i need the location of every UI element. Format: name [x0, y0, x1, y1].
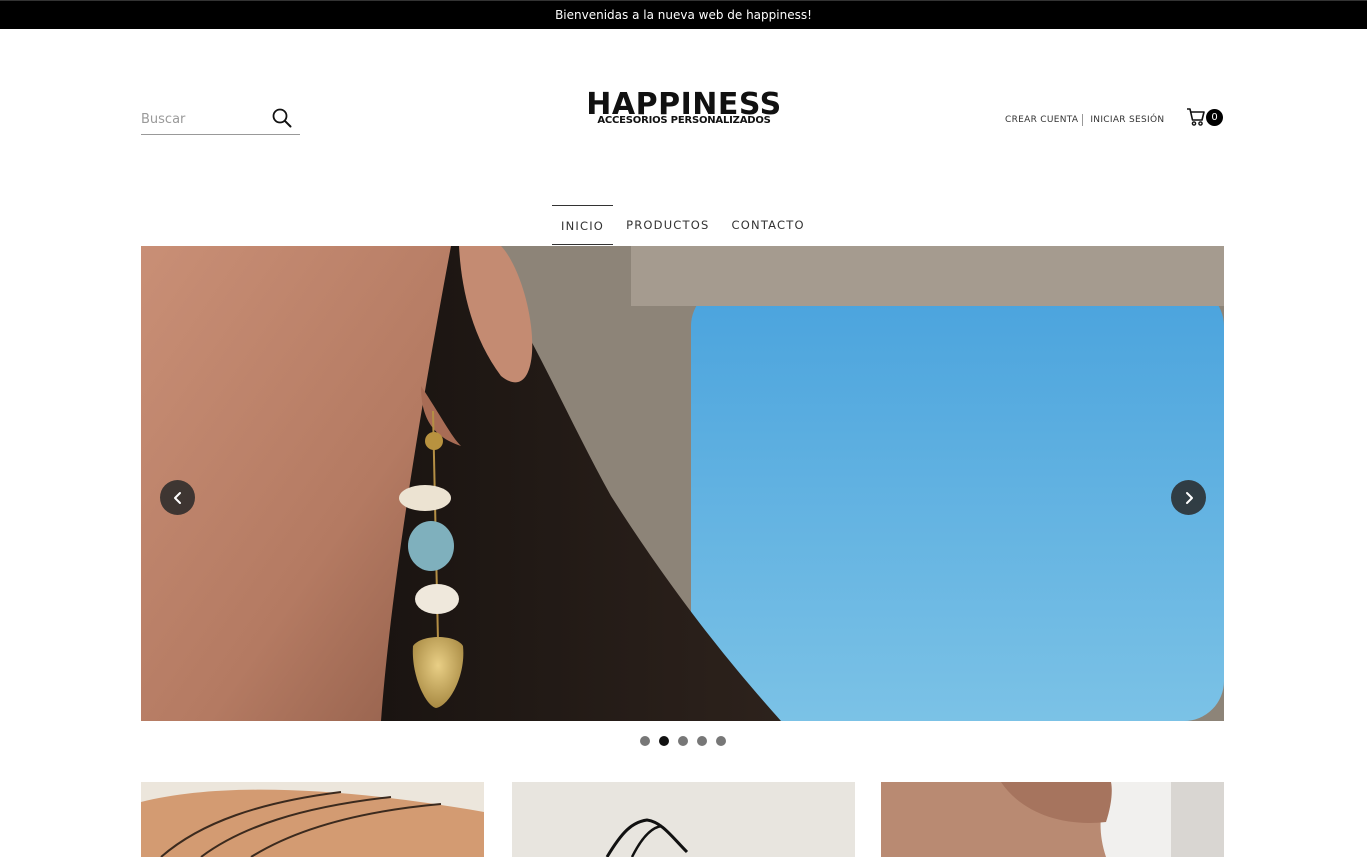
announcement-bar: Bienvenidas a la nueva web de happiness! [0, 0, 1367, 29]
hero-slider [141, 246, 1224, 721]
cart-button[interactable]: 0 [1186, 107, 1224, 129]
cart-count-badge: 0 [1206, 109, 1223, 126]
slider-dot-2[interactable] [659, 736, 669, 746]
slider-dot-3[interactable] [678, 736, 688, 746]
slider-prev-button[interactable] [160, 480, 195, 515]
category-tile-image [512, 782, 855, 857]
announcement-text: Bienvenidas a la nueva web de happiness! [555, 8, 812, 22]
slider-next-button[interactable] [1171, 480, 1206, 515]
nav-item-inicio[interactable]: INICIO [552, 205, 614, 245]
search-icon[interactable] [270, 106, 294, 130]
slider-dot-4[interactable] [697, 736, 707, 746]
category-tile-3[interactable] [881, 782, 1224, 857]
category-tile-1[interactable] [141, 782, 484, 857]
hero-slide-image [141, 246, 1224, 721]
nav-item-contacto[interactable]: CONTACTO [723, 205, 814, 245]
category-tile-2[interactable] [512, 782, 855, 857]
cart-icon [1187, 108, 1205, 126]
chevron-right-icon [1185, 491, 1193, 504]
account-links: CREAR CUENTA INICIAR SESIÓN [1005, 112, 1164, 128]
slider-dot-5[interactable] [716, 736, 726, 746]
category-tile-image [881, 782, 1224, 857]
create-account-link[interactable]: CREAR CUENTA [1005, 115, 1078, 125]
login-link[interactable]: INICIAR SESIÓN [1090, 115, 1164, 125]
logo-title: HAPPINESS [586, 87, 782, 122]
chevron-left-icon [173, 491, 181, 504]
category-tile-image [141, 782, 484, 857]
main-nav: INICIO PRODUCTOS CONTACTO [552, 205, 818, 245]
slider-dot-1[interactable] [640, 736, 650, 746]
search-input[interactable] [141, 108, 266, 130]
site-logo[interactable]: HAPPINESS ACCESORIOS PERSONALIZADOS [576, 90, 792, 134]
search-box [141, 104, 300, 135]
slider-dots [640, 736, 735, 746]
nav-item-productos[interactable]: PRODUCTOS [617, 205, 718, 245]
account-separator [1082, 114, 1084, 126]
